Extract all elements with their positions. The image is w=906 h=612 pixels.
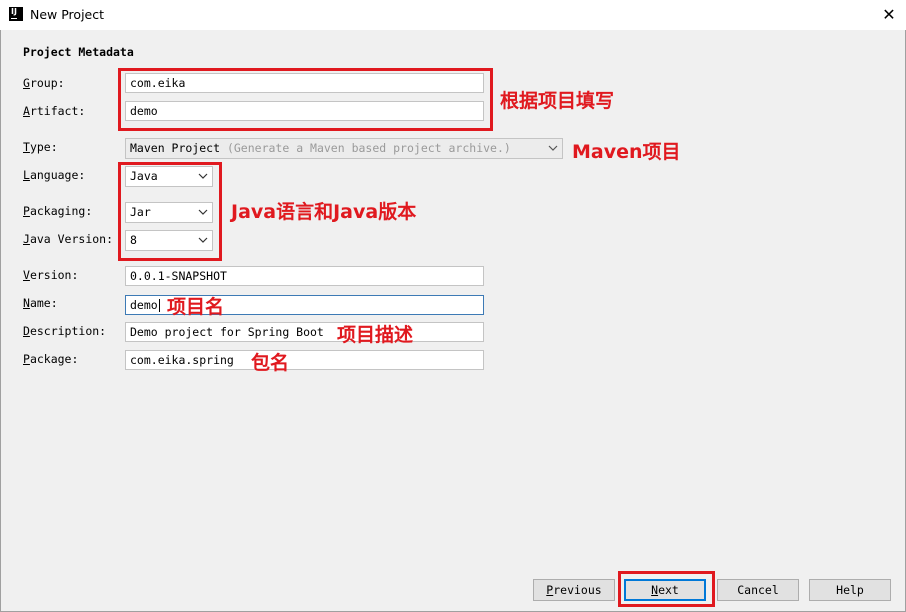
artifact-label: Artifact: (23, 104, 86, 118)
java-version-label: Java Version: (23, 232, 114, 246)
annotation-description: 项目描述 (337, 324, 414, 346)
highlight-box-group-artifact (118, 68, 493, 131)
cancel-button[interactable]: Cancel (717, 579, 799, 601)
chevron-down-icon (548, 145, 558, 151)
type-select[interactable]: Maven Project (Generate a Maven based pr… (125, 138, 563, 159)
package-field[interactable]: com.eika.spring (125, 350, 484, 370)
annotation-group-artifact: 根据项目填写 (500, 90, 615, 112)
packaging-label: Packaging: (23, 204, 93, 218)
section-title: Project Metadata (23, 45, 134, 59)
close-icon[interactable]: ✕ (877, 4, 901, 26)
description-field[interactable]: Demo project for Spring Boot (125, 322, 484, 342)
next-button[interactable]: Next (624, 579, 706, 601)
type-select-value: Maven Project (130, 141, 221, 155)
text-caret (158, 299, 160, 312)
previous-button[interactable]: Previous (533, 579, 615, 601)
annotation-name: 项目名 (167, 296, 225, 318)
annotation-language-java: Java语言和Java版本 (231, 201, 417, 223)
highlight-box-language-java (118, 162, 222, 261)
title-bar: IJ New Project ✕ (0, 0, 906, 30)
annotation-type: Maven项目 (572, 141, 681, 163)
window-title: New Project (30, 7, 105, 22)
help-button[interactable]: Help (809, 579, 891, 601)
name-label: Name: (23, 296, 58, 310)
version-field[interactable]: 0.0.1-SNAPSHOT (125, 266, 484, 286)
intellij-app-icon: IJ (9, 7, 23, 21)
type-select-hint: (Generate a Maven based project archive.… (226, 141, 511, 155)
package-label: Package: (23, 352, 79, 366)
type-label: Type: (23, 140, 58, 154)
description-label: Description: (23, 324, 107, 338)
version-label: Version: (23, 268, 79, 282)
language-label: Language: (23, 168, 86, 182)
name-field-value: demo (130, 298, 158, 312)
annotation-package: 包名 (251, 352, 290, 374)
group-label: Group: (23, 76, 65, 90)
